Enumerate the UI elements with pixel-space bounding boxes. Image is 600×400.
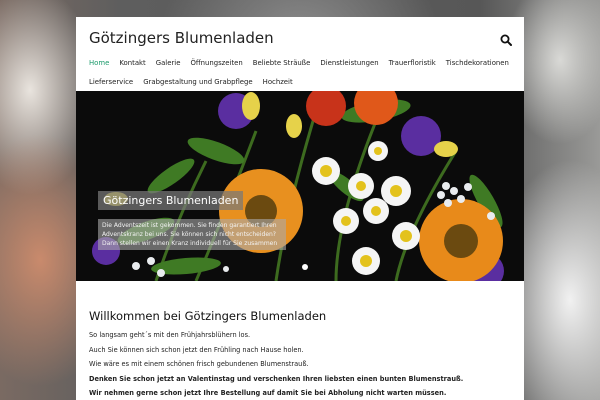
page-heading: Willkommen bei Götzingers Blumenladen	[89, 309, 327, 323]
nav-item[interactable]: Lieferservice	[89, 76, 133, 92]
nav-item[interactable]: Galerie	[156, 57, 181, 73]
main-navigation: Home Kontakt Galerie Öffnungszeiten Beliebte…	[89, 57, 514, 95]
content-paragraph: Wir nehmen gerne schon jetzt Ihre Bestel…	[89, 389, 447, 397]
hero-flowers-image	[92, 91, 504, 281]
nav-item[interactable]: Home	[89, 57, 109, 73]
nav-item[interactable]: Beliebte Sträuße	[253, 57, 311, 73]
page-container: Götzingers Blumenladen Home Kontakt Galeri…	[76, 17, 524, 400]
nav-item[interactable]: Tischdekorationen	[446, 57, 509, 73]
site-title[interactable]: Götzingers Blumenladen	[89, 29, 274, 47]
nav-row: Home Kontakt Galerie Öffnungszeiten Beliebte…	[89, 57, 514, 73]
nav-item[interactable]: Öffnungszeiten	[190, 57, 242, 73]
content-paragraph: Wie wäre es mit einem schönen frisch geb…	[89, 360, 309, 368]
hero-slider: Götzingers Blumenladen Die Adventszeit i…	[76, 91, 524, 281]
hero-caption-title: Götzingers Blumenladen	[98, 191, 244, 210]
nav-row: Lieferservice Grabgestaltung und Grabpfle…	[89, 76, 514, 92]
content-paragraph: So langsam geht´s mit den Frühjahrsblühe…	[89, 331, 251, 339]
search-icon[interactable]	[500, 34, 512, 46]
nav-item[interactable]: Hochzeit	[263, 76, 293, 92]
content-paragraph: Auch Sie können sich schon jetzt den Frü…	[89, 345, 304, 354]
main-content: Willkommen bei Götzingers Blumenladen So…	[89, 309, 509, 400]
nav-item[interactable]: Trauerfloristik	[389, 57, 436, 73]
nav-item[interactable]: Grabgestaltung und Grabpflege	[143, 76, 252, 92]
content-paragraph: Denken Sie schon jetzt an Valentinstag u…	[89, 374, 464, 383]
nav-item[interactable]: Kontakt	[119, 57, 145, 73]
nav-item[interactable]: Dienstleistungen	[320, 57, 378, 73]
slider-dot[interactable]	[302, 264, 308, 270]
content-paragraphs: So langsam geht´s mit den Frühjahrsblühe…	[89, 331, 509, 398]
hero-caption-text: Die Adventszeit ist gekommen. Sie finden…	[98, 219, 286, 250]
site-header: Götzingers Blumenladen Home Kontakt Galeri…	[76, 17, 524, 91]
